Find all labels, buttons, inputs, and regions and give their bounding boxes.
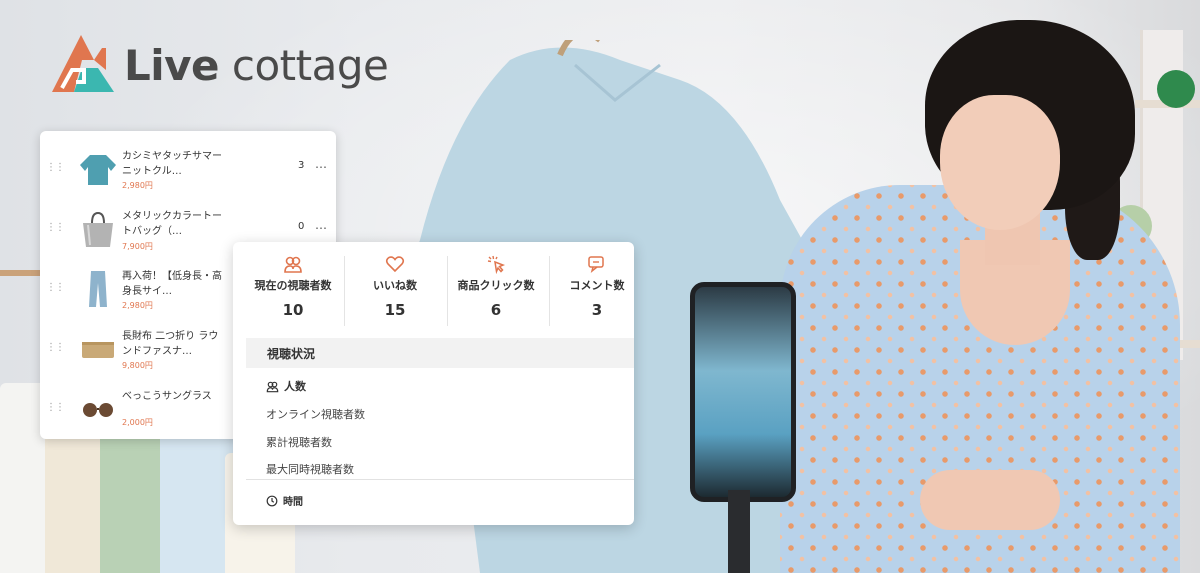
- total-viewers-label: 累計視聴者数: [266, 436, 332, 449]
- online-viewers-label: オンライン視聴者数: [266, 408, 365, 421]
- viewing-status-header: 視聴状況: [246, 338, 634, 368]
- drag-handle-icon[interactable]: ⋮⋮: [46, 223, 65, 233]
- tote-bag-icon: [83, 211, 113, 247]
- clock-icon: [266, 495, 278, 506]
- stat-value: 10: [282, 301, 304, 319]
- face: [940, 95, 1060, 230]
- comment-icon: [588, 256, 604, 273]
- more-options-icon[interactable]: …: [315, 218, 328, 232]
- stat-label: いいね数: [373, 279, 417, 292]
- stat-comments: コメント数 3: [547, 254, 634, 319]
- product-quantity: 0: [298, 221, 305, 232]
- brand-logo: Live cottage: [42, 30, 389, 100]
- product-name: カシミヤタッチサマーニットクル…: [122, 151, 222, 177]
- stat-product-clicks: 商品クリック数 6: [446, 254, 546, 319]
- wallet-icon: [82, 342, 114, 358]
- max-concurrent-viewers-label: 最大同時視聴者数: [266, 463, 354, 476]
- section-divider: [246, 479, 634, 480]
- knit-sweater-icon: [80, 155, 116, 185]
- time-heading: 時間: [266, 493, 303, 508]
- smartphone-on-tripod: [690, 282, 796, 502]
- drag-handle-icon[interactable]: ⋮⋮: [46, 343, 65, 353]
- product-price: 7,900円: [122, 242, 153, 251]
- sunglasses-icon: [83, 403, 113, 417]
- stat-value: 15: [384, 301, 406, 319]
- stat-label: 商品クリック数: [457, 279, 535, 292]
- brand-name: Live cottage: [124, 40, 389, 90]
- pants-icon: [89, 271, 107, 307]
- stat-value: 3: [591, 301, 603, 319]
- product-price: 2,000円: [122, 418, 153, 427]
- arm: [920, 470, 1060, 530]
- product-row[interactable]: ⋮⋮ カシミヤタッチサマーニットクル… 2,980円 3 …: [40, 139, 336, 199]
- product-name: べっこうサングラス: [122, 391, 212, 402]
- tripod: [728, 490, 750, 573]
- stat-label: 現在の視聴者数: [254, 279, 332, 292]
- people-icon: [266, 381, 279, 392]
- product-price: 9,800円: [122, 361, 153, 370]
- more-options-icon[interactable]: …: [315, 157, 328, 171]
- stat-current-viewers: 現在の視聴者数 10: [243, 254, 343, 319]
- house-logo-icon: [52, 35, 114, 92]
- product-price: 2,980円: [122, 301, 153, 310]
- click-icon: [487, 255, 506, 274]
- people-count-heading: 人数: [266, 378, 306, 394]
- drag-handle-icon[interactable]: ⋮⋮: [46, 163, 65, 173]
- drag-handle-icon[interactable]: ⋮⋮: [46, 283, 65, 293]
- time-label: 時間: [283, 497, 303, 508]
- product-name: 長財布 二つ折り ラウンドファスナ…: [122, 331, 219, 357]
- product-name: 再入荷！【低身長・高身長サイ…: [122, 271, 222, 297]
- stat-value: 6: [490, 301, 502, 319]
- viewing-status-title: 視聴状況: [267, 347, 316, 361]
- heart-icon: [385, 256, 405, 273]
- stat-likes: いいね数 15: [345, 254, 445, 319]
- viewers-icon: [284, 256, 302, 273]
- people-count-label: 人数: [284, 380, 306, 393]
- green-ball-decor: [1157, 70, 1195, 108]
- drag-handle-icon[interactable]: ⋮⋮: [46, 403, 65, 413]
- live-stats-panel: 現在の視聴者数 10 いいね数 15 商品クリック数 6 コメント数 3 視聴状…: [233, 242, 634, 525]
- product-name: メタリックカラートートバッグ（…: [122, 211, 222, 237]
- stat-label: コメント数: [569, 279, 625, 292]
- product-price: 2,980円: [122, 181, 153, 190]
- product-quantity: 3: [298, 160, 305, 171]
